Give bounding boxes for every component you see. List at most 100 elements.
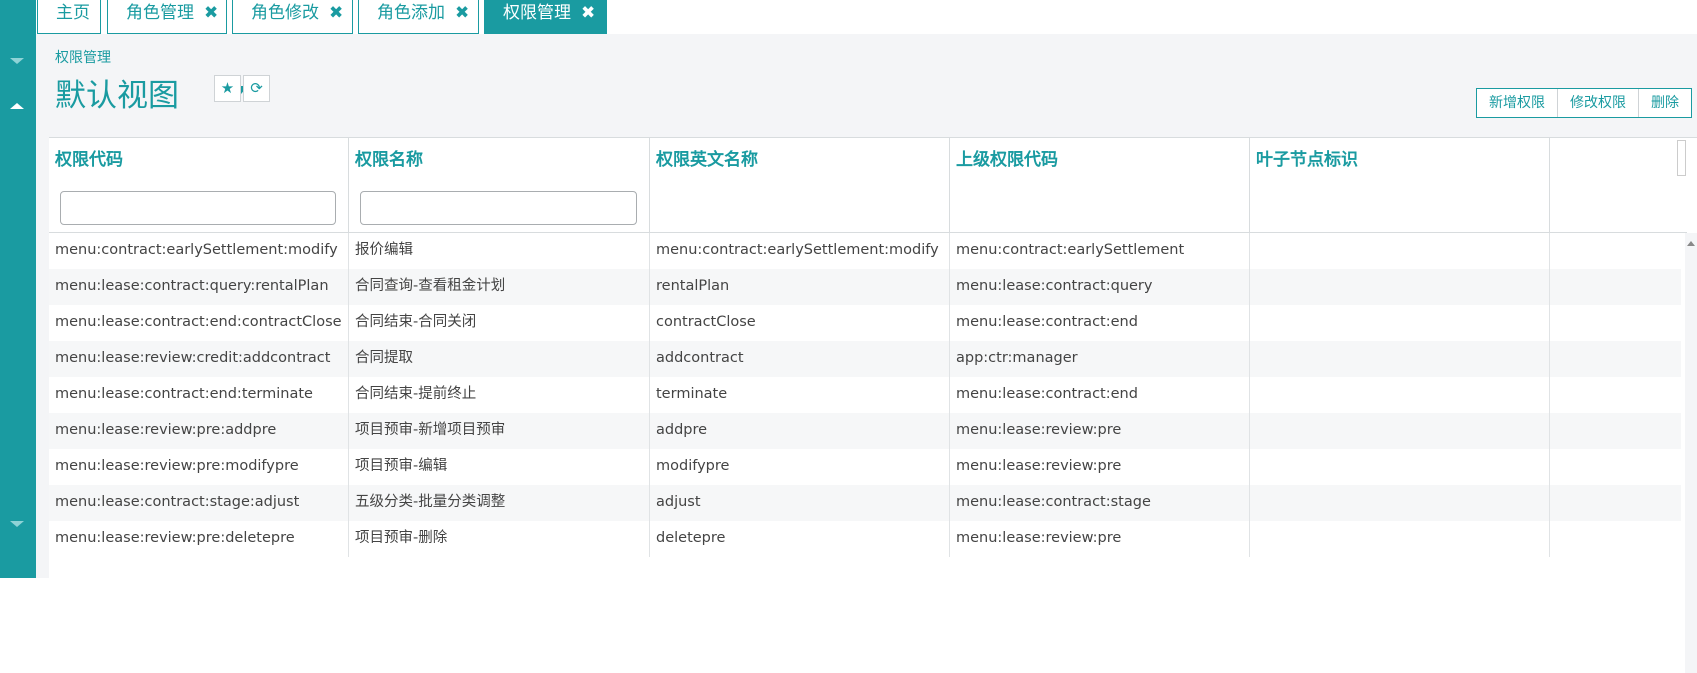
add-permission-button[interactable]: 新增权限	[1477, 89, 1557, 117]
cell-leaf-flag	[1250, 305, 1550, 341]
table-row[interactable]: menu:contract:earlySettlement:modify 报价编…	[49, 233, 1681, 269]
close-icon[interactable]: ✖	[204, 0, 218, 26]
table-row[interactable]: menu:lease:review:pre:deletepre 项目预审-删除 …	[49, 521, 1681, 557]
tab-role-edit[interactable]: 角色修改 ✖	[232, 0, 353, 34]
cell-english-name: contractClose	[650, 305, 950, 341]
table-header: 权限代码 权限名称 权限英文名称 上级权限代码 叶子节点标识	[49, 138, 1687, 233]
cell-permission-code: menu:contract:earlySettlement:modify	[49, 233, 349, 269]
cell-leaf-flag	[1250, 521, 1550, 557]
column-header-label: 权限代码	[55, 150, 123, 170]
cell-permission-code: menu:lease:contract:end:contractClose	[49, 305, 349, 341]
column-header: 叶子节点标识	[1250, 138, 1550, 232]
cell-english-name: addpre	[650, 413, 950, 449]
cell-permission-code: menu:lease:contract:end:terminate	[49, 377, 349, 413]
cell-permission-name: 合同提取	[349, 341, 650, 377]
cell-parent-code: menu:lease:review:pre	[950, 449, 1250, 485]
cell-permission-code: menu:lease:contract:query:rentalPlan	[49, 269, 349, 305]
cell-english-name: addcontract	[650, 341, 950, 377]
table-row[interactable]: menu:lease:contract:end:contractClose 合同…	[49, 305, 1681, 341]
cell-parent-code: menu:lease:contract:stage	[950, 485, 1250, 521]
left-sidebar	[0, 0, 36, 578]
permission-code-filter-input[interactable]	[60, 191, 336, 225]
close-icon[interactable]: ✖	[581, 0, 595, 26]
breadcrumb: 权限管理	[55, 50, 111, 66]
cell-parent-code: menu:lease:review:pre	[950, 413, 1250, 449]
cell-english-name: adjust	[650, 485, 950, 521]
tab-home[interactable]: 主页	[37, 0, 101, 34]
tab-label: 角色管理	[126, 3, 194, 23]
cell-parent-code: app:ctr:manager	[950, 341, 1250, 377]
table-row[interactable]: menu:lease:contract:query:rentalPlan 合同查…	[49, 269, 1681, 305]
edit-permission-button[interactable]: 修改权限	[1557, 89, 1638, 117]
table-row[interactable]: menu:lease:review:pre:addpre 项目预审-新增项目预审…	[49, 413, 1681, 449]
cell-leaf-flag	[1250, 341, 1550, 377]
cell-permission-name: 五级分类-批量分类调整	[349, 485, 650, 521]
cell-english-name: deletepre	[650, 521, 950, 557]
table-row[interactable]: menu:lease:contract:stage:adjust 五级分类-批量…	[49, 485, 1681, 521]
tab-role-add[interactable]: 角色添加 ✖	[358, 0, 479, 34]
cell-leaf-flag	[1250, 233, 1550, 269]
cell-parent-code: menu:contract:earlySettlement	[950, 233, 1250, 269]
table-row[interactable]: menu:lease:contract:end:terminate 合同结束-提…	[49, 377, 1681, 413]
cell-permission-name: 项目预审-编辑	[349, 449, 650, 485]
tab-permission-management[interactable]: 权限管理 ✖	[484, 0, 607, 34]
cell-leaf-flag	[1250, 413, 1550, 449]
cell-permission-code: menu:lease:contract:stage:adjust	[49, 485, 349, 521]
action-button-group: 新增权限 修改权限 删除	[1476, 88, 1692, 118]
column-header-label: 权限名称	[355, 150, 423, 170]
column-header-label: 上级权限代码	[956, 150, 1058, 170]
close-icon[interactable]: ✖	[455, 0, 469, 26]
tab-label: 主页	[56, 3, 90, 23]
column-header-label: 叶子节点标识	[1256, 150, 1358, 170]
cell-parent-code: menu:lease:review:pre	[950, 521, 1250, 557]
cell-english-name: menu:contract:earlySettlement:modify	[650, 233, 950, 269]
star-icon: ★	[220, 79, 235, 97]
collapse-down-icon[interactable]	[10, 58, 24, 64]
cell-permission-name: 报价编辑	[349, 233, 650, 269]
delete-button[interactable]: 删除	[1638, 89, 1691, 117]
cell-permission-code: menu:lease:review:pre:modifypre	[49, 449, 349, 485]
cell-permission-name: 项目预审-新增项目预审	[349, 413, 650, 449]
table-row[interactable]: menu:lease:review:credit:addcontract 合同提…	[49, 341, 1681, 377]
collapse-up-icon[interactable]	[10, 103, 24, 109]
tab-label: 角色修改	[251, 3, 319, 23]
cell-parent-code: menu:lease:contract:query	[950, 269, 1250, 305]
cell-english-name: rentalPlan	[650, 269, 950, 305]
tab-label: 角色添加	[377, 3, 445, 23]
cell-leaf-flag	[1250, 485, 1550, 521]
scroll-up-icon[interactable]	[1687, 241, 1695, 246]
refresh-icon: ⟳	[250, 79, 263, 97]
vertical-scrollbar[interactable]	[1685, 233, 1697, 673]
cell-leaf-flag	[1250, 449, 1550, 485]
permission-table: 权限代码 权限名称 权限英文名称 上级权限代码 叶子节点标识 menu:cont…	[49, 137, 1697, 673]
view-title[interactable]: 默认视图	[55, 70, 179, 115]
column-header: 权限英文名称	[650, 138, 950, 232]
tab-bar: 主页 角色管理 ✖ 角色修改 ✖ 角色添加 ✖ 权限管理 ✖	[36, 0, 1697, 34]
permission-name-filter-input[interactable]	[360, 191, 637, 225]
column-header: 权限名称	[349, 138, 650, 232]
table-row[interactable]: menu:lease:review:pre:modifypre 项目预审-编辑 …	[49, 449, 1681, 485]
table-body: menu:contract:earlySettlement:modify 报价编…	[49, 233, 1681, 557]
header-scroll-handle[interactable]	[1677, 140, 1686, 176]
cell-english-name: terminate	[650, 377, 950, 413]
cell-permission-code: menu:lease:review:pre:addpre	[49, 413, 349, 449]
cell-leaf-flag	[1250, 269, 1550, 305]
cell-parent-code: menu:lease:contract:end	[950, 377, 1250, 413]
cell-leaf-flag	[1250, 377, 1550, 413]
cell-permission-name: 合同结束-提前终止	[349, 377, 650, 413]
main-content: 权限管理 默认视图 ★ ⟳ 新增权限 修改权限 删除 权限代码 权限名称 权限英…	[36, 34, 1697, 673]
tab-label: 权限管理	[503, 3, 571, 23]
refresh-button[interactable]: ⟳	[243, 75, 270, 102]
cell-permission-name: 项目预审-删除	[349, 521, 650, 557]
cell-english-name: modifypre	[650, 449, 950, 485]
cell-permission-name: 合同结束-合同关闭	[349, 305, 650, 341]
favorite-button[interactable]: ★	[214, 75, 241, 102]
cell-parent-code: menu:lease:contract:end	[950, 305, 1250, 341]
column-header: 权限代码	[49, 138, 349, 232]
column-header: 上级权限代码	[950, 138, 1250, 232]
close-icon[interactable]: ✖	[329, 0, 343, 26]
scroll-down-icon[interactable]	[10, 521, 24, 527]
tab-role-management[interactable]: 角色管理 ✖	[107, 0, 227, 34]
cell-permission-code: menu:lease:review:pre:deletepre	[49, 521, 349, 557]
cell-permission-name: 合同查询-查看租金计划	[349, 269, 650, 305]
